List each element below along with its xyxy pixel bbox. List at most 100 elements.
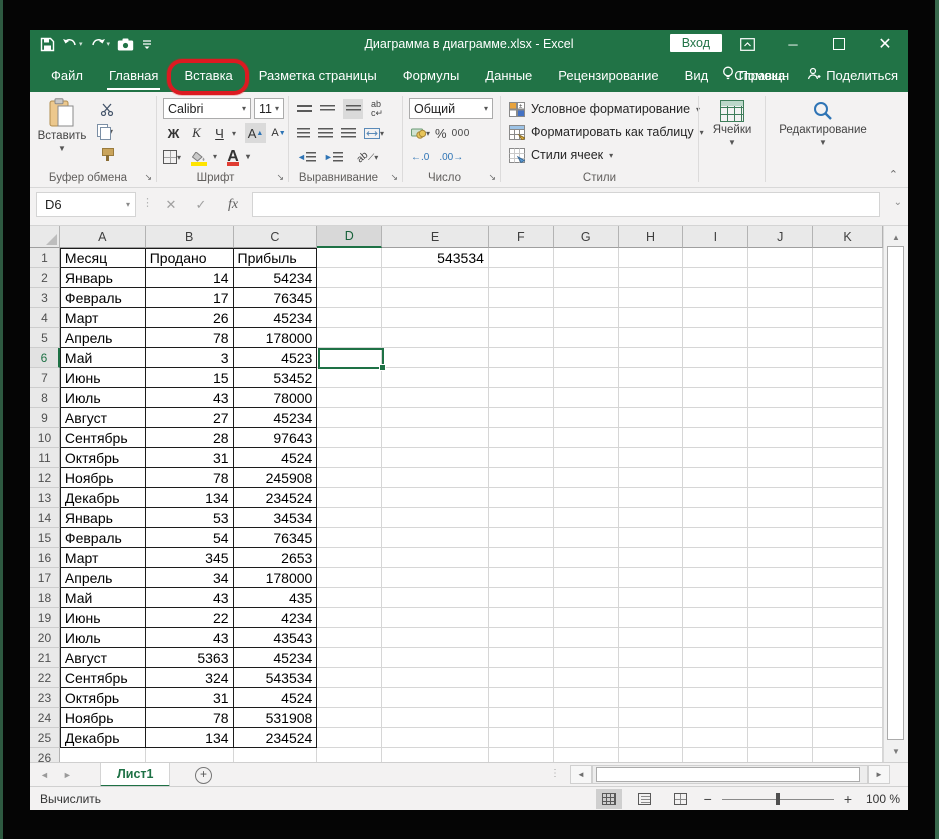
- merge-center-button[interactable]: ▾: [364, 123, 384, 143]
- cell-F24[interactable]: [488, 708, 554, 728]
- zoom-slider-thumb[interactable]: [775, 793, 780, 805]
- cell-E17[interactable]: [382, 568, 489, 588]
- cut-button[interactable]: [96, 99, 118, 119]
- hscroll-left-icon[interactable]: ◄: [570, 765, 592, 784]
- cell-D18[interactable]: [317, 588, 383, 608]
- cell-C2[interactable]: 54234: [233, 268, 318, 288]
- cell-C14[interactable]: 34534: [233, 508, 318, 528]
- cell-G25[interactable]: [553, 728, 619, 748]
- cell-H24[interactable]: [618, 708, 684, 728]
- cell-E24[interactable]: [382, 708, 489, 728]
- cell-A21[interactable]: Август: [59, 648, 146, 668]
- cell-E25[interactable]: [382, 728, 489, 748]
- name-box[interactable]: D6 ▾: [36, 192, 136, 217]
- cell-D22[interactable]: [317, 668, 383, 688]
- row-header-9[interactable]: 9: [30, 408, 60, 428]
- cell-D2[interactable]: [317, 268, 383, 288]
- minimize-button[interactable]: ─: [770, 30, 816, 58]
- cell-D19[interactable]: [317, 608, 383, 628]
- cell-C3[interactable]: 76345: [233, 288, 318, 308]
- cell-I19[interactable]: [683, 608, 749, 628]
- close-button[interactable]: ✕: [862, 30, 908, 58]
- borders-button[interactable]: ▾: [163, 147, 181, 167]
- cell-D24[interactable]: [317, 708, 383, 728]
- increase-font-size-button[interactable]: А ▲: [245, 123, 267, 143]
- paste-button[interactable]: Вставить ▼: [38, 98, 86, 153]
- row-header-11[interactable]: 11: [30, 448, 60, 468]
- row-header-18[interactable]: 18: [30, 588, 60, 608]
- align-left-icon[interactable]: [297, 127, 310, 139]
- row-header-4[interactable]: 4: [30, 308, 60, 328]
- cell-K10[interactable]: [813, 428, 883, 448]
- cell-E11[interactable]: [382, 448, 489, 468]
- cell-G13[interactable]: [553, 488, 619, 508]
- cell-J6[interactable]: [748, 348, 814, 368]
- row-header-22[interactable]: 22: [30, 668, 60, 688]
- redo-icon[interactable]: ▾: [90, 33, 110, 55]
- row-header-10[interactable]: 10: [30, 428, 60, 448]
- number-format-combo[interactable]: Общий ▾: [409, 98, 493, 119]
- cell-A19[interactable]: Июнь: [59, 608, 146, 628]
- row-header-2[interactable]: 2: [30, 268, 60, 288]
- cell-A1[interactable]: Месяц: [59, 248, 146, 268]
- cell-D1[interactable]: [317, 248, 383, 268]
- cell-I16[interactable]: [683, 548, 749, 568]
- cell-K17[interactable]: [813, 568, 883, 588]
- column-header-B[interactable]: B: [145, 226, 234, 248]
- cell-I2[interactable]: [683, 268, 749, 288]
- name-box-caret-icon[interactable]: ▾: [126, 200, 130, 209]
- cell-F12[interactable]: [488, 468, 554, 488]
- select-all-corner[interactable]: [30, 226, 60, 248]
- cell-B7[interactable]: 15: [145, 368, 234, 388]
- conditional-formatting-button[interactable]: ±Условное форматирование▾: [509, 98, 700, 120]
- decrease-font-size-button[interactable]: А ▼: [268, 123, 289, 143]
- cell-J5[interactable]: [748, 328, 814, 348]
- scroll-up-icon[interactable]: ▲: [884, 228, 908, 246]
- cell-K22[interactable]: [813, 668, 883, 688]
- undo-icon[interactable]: ▾: [62, 33, 83, 55]
- sheet-prev-icon[interactable]: ◄: [40, 770, 49, 780]
- fill-color-button[interactable]: ▾: [189, 147, 217, 167]
- cell-F25[interactable]: [488, 728, 554, 748]
- cell-E23[interactable]: [382, 688, 489, 708]
- cell-A25[interactable]: Декабрь: [59, 728, 146, 748]
- tab-вставка[interactable]: Вставка: [171, 58, 245, 92]
- align-bottom-button[interactable]: [343, 99, 363, 119]
- cell-G7[interactable]: [553, 368, 619, 388]
- cell-B24[interactable]: 78: [145, 708, 234, 728]
- cell-C24[interactable]: 531908: [233, 708, 318, 728]
- cell-J4[interactable]: [748, 308, 814, 328]
- column-header-D[interactable]: D: [317, 226, 383, 248]
- cell-F13[interactable]: [488, 488, 554, 508]
- cell-E7[interactable]: [382, 368, 489, 388]
- cell-J13[interactable]: [748, 488, 814, 508]
- cell-A15[interactable]: Февраль: [59, 528, 146, 548]
- cell-F15[interactable]: [488, 528, 554, 548]
- cell-E16[interactable]: [382, 548, 489, 568]
- tab-вид[interactable]: Вид: [672, 58, 722, 92]
- view-page-break-button[interactable]: [668, 789, 694, 809]
- cell-C10[interactable]: 97643: [233, 428, 318, 448]
- cell-K4[interactable]: [813, 308, 883, 328]
- cell-A6[interactable]: Май: [59, 348, 146, 368]
- align-middle-icon[interactable]: [320, 105, 335, 113]
- row-header-20[interactable]: 20: [30, 628, 60, 648]
- cell-K15[interactable]: [813, 528, 883, 548]
- tab-формулы[interactable]: Формулы: [390, 58, 473, 92]
- cell-F16[interactable]: [488, 548, 554, 568]
- format-as-table-button[interactable]: Форматировать как таблицу ▾: [509, 121, 704, 143]
- cell-H16[interactable]: [618, 548, 684, 568]
- tabbar-splitter[interactable]: ⋮: [550, 768, 560, 779]
- row-header-21[interactable]: 21: [30, 648, 60, 668]
- cell-K19[interactable]: [813, 608, 883, 628]
- cell-D7[interactable]: [317, 368, 383, 388]
- row-header-13[interactable]: 13: [30, 488, 60, 508]
- cell-K2[interactable]: [813, 268, 883, 288]
- cell-D20[interactable]: [317, 628, 383, 648]
- cell-K11[interactable]: [813, 448, 883, 468]
- cell-J21[interactable]: [748, 648, 814, 668]
- cell-F20[interactable]: [488, 628, 554, 648]
- row-header-12[interactable]: 12: [30, 468, 60, 488]
- cell-I12[interactable]: [683, 468, 749, 488]
- underline-button[interactable]: Ч: [209, 123, 230, 143]
